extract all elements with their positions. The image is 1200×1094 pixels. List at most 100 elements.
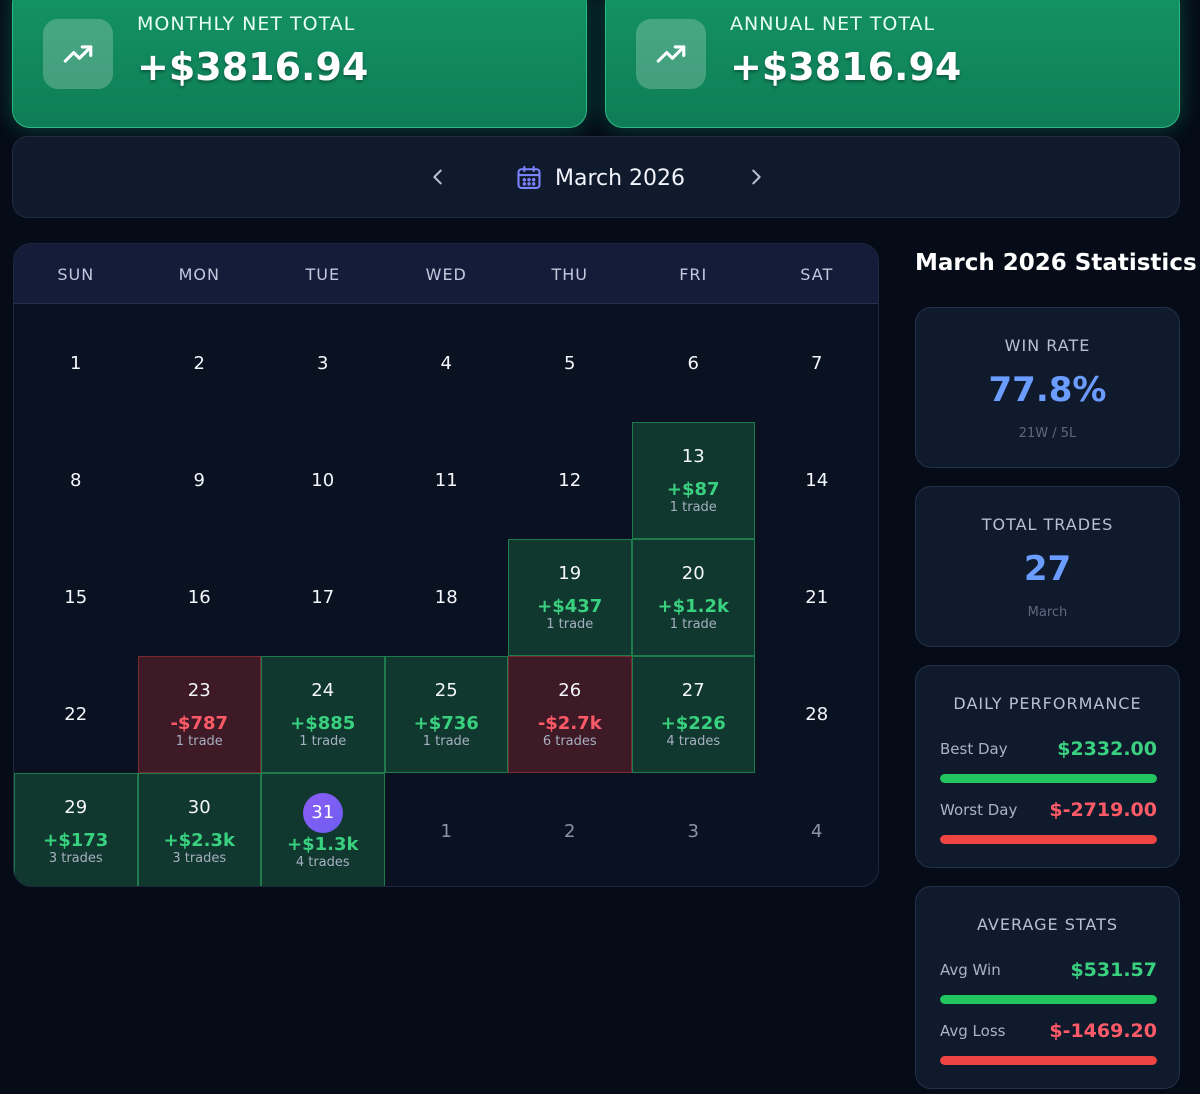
calendar-day[interactable]: 8 [14,422,138,539]
day-number: 7 [811,352,823,374]
worst-day-bar-fill [940,835,1157,844]
day-number: 1 [70,352,82,374]
day-pnl: +$885 [290,712,356,734]
day-number: 12 [558,469,582,491]
win-rate-card: WIN RATE 77.8% 21W / 5L [915,307,1180,468]
avg-loss-bar [940,1056,1157,1065]
day-pnl: +$1.2k [657,595,729,617]
weekday-label: SAT [800,264,834,284]
day-number: 13 [681,445,705,467]
annual-net-total-value: +$3816.94 [730,45,962,89]
weekday-label: FRI [679,264,708,284]
total-trades-value: 27 [1023,549,1072,589]
calendar-day[interactable]: 19 +$437 1 trade [508,539,632,656]
calendar-day[interactable]: 13 +$87 1 trade [631,422,755,539]
best-day-bar [940,774,1157,783]
monthly-net-total-value: +$3816.94 [137,45,369,89]
day-pnl: +$2.3k [163,829,235,851]
day-number: 2 [193,352,205,374]
calendar-day[interactable]: 2 [138,305,262,422]
weekday-label: THU [551,264,588,284]
worst-day-value: $-2719.00 [1049,799,1157,821]
day-number: 14 [805,469,829,491]
calendar-day-other-month[interactable]: 1 [385,773,509,886]
best-day-value: $2332.00 [1057,738,1157,760]
calendar-day[interactable]: 28 [755,656,878,773]
calendar-day[interactable]: 18 [385,539,509,656]
monthly-net-total-card: MONTHLY NET TOTAL +$3816.94 [12,0,587,128]
calendar-day[interactable]: 25 +$736 1 trade [384,656,508,773]
day-number: 2 [564,820,576,842]
total-trades-label: TOTAL TRADES [981,515,1114,534]
today-indicator: 31 [302,792,343,833]
win-loss-count: 21W / 5L [1018,426,1077,441]
weekday-label: TUE [305,264,341,284]
calendar-day[interactable]: 9 [138,422,262,539]
next-month-button[interactable] [741,162,771,192]
win-rate-label: WIN RATE [1004,336,1091,355]
previous-month-button[interactable] [423,162,453,192]
calendar-day[interactable]: 23 -$787 1 trade [137,656,261,773]
day-number: 3 [687,820,699,842]
calendar-days: 1 2 3 4 5 6 7 8 9 10 11 12 13 +$87 1 trade 14 15 16 17 18 19… [14,305,878,886]
calendar-day-other-month[interactable]: 4 [755,773,878,886]
calendar-day[interactable]: 16 [138,539,262,656]
day-trade-count: 1 trade [669,499,717,515]
avg-win-bar-fill [940,995,1157,1004]
calendar-day[interactable]: 3 [261,305,385,422]
calendar-day[interactable]: 26 -$2.7k 6 trades [508,656,632,773]
calendar-day[interactable]: 4 [385,305,509,422]
weekday-label: WED [425,264,467,284]
day-number: 10 [311,469,335,491]
trading-calendar-page: MONTHLY NET TOTAL +$3816.94 ANNUAL NET T… [0,0,1200,1094]
avg-win-bar [940,995,1157,1004]
calendar-day[interactable]: 5 [508,305,632,422]
calendar-day[interactable]: 15 [14,539,138,656]
calendar-day-today[interactable]: 31 +$1.3k 4 trades [261,773,385,886]
day-pnl: +$1.3k [287,833,359,855]
day-trade-count: 4 trades [295,854,350,870]
calendar-day[interactable]: 20 +$1.2k 1 trade [631,539,755,656]
calendar-day[interactable]: 7 [755,305,878,422]
calendar-day[interactable]: 14 [755,422,878,539]
calendar-day-other-month[interactable]: 3 [632,773,756,886]
calendar-day[interactable]: 30 +$2.3k 3 trades [137,773,261,886]
day-number: 29 [64,796,88,818]
calendar-day-other-month[interactable]: 2 [508,773,632,886]
avg-win-row: Avg Win $531.57 [940,958,1157,982]
avg-loss-row: Avg Loss $-1469.20 [940,1019,1157,1043]
day-pnl: +$736 [413,712,479,734]
day-number: 1 [440,820,452,842]
day-number: 31 [311,801,335,823]
weekday-header: SUN MON TUE WED THU FRI SAT [14,244,878,304]
calendar-day[interactable]: 21 [755,539,878,656]
calendar-day[interactable]: 29 +$173 3 trades [14,773,138,886]
annual-net-total-card: ANNUAL NET TOTAL +$3816.94 [605,0,1180,128]
day-pnl: +$226 [660,712,726,734]
day-pnl: +$173 [43,829,109,851]
day-trade-count: 1 trade [546,616,594,632]
calendar-day[interactable]: 11 [385,422,509,539]
calendar-day[interactable]: 24 +$885 1 trade [261,656,385,773]
day-number: 28 [805,703,829,725]
day-number: 3 [317,352,329,374]
calendar-day[interactable]: 17 [261,539,385,656]
day-number: 22 [64,703,88,725]
day-number: 20 [681,562,705,584]
calendar-day[interactable]: 27 +$226 4 trades [631,656,755,773]
calendar-day[interactable]: 22 [14,656,138,773]
calendar-day[interactable]: 12 [508,422,632,539]
daily-performance-card: DAILY PERFORMANCE Best Day $2332.00 Wors… [915,665,1180,868]
best-day-label: Best Day [940,740,1008,758]
monthly-net-total-label: MONTHLY NET TOTAL [137,13,356,35]
calendar-day[interactable]: 6 [632,305,756,422]
day-trade-count: 3 trades [48,850,103,866]
average-stats-card: AVERAGE STATS Avg Win $531.57 Avg Loss $… [915,886,1180,1089]
avg-loss-bar-fill [940,1056,1157,1065]
day-number: 23 [187,679,211,701]
day-number: 25 [434,679,458,701]
calendar-day[interactable]: 1 [14,305,138,422]
calendar-day[interactable]: 10 [261,422,385,539]
day-number: 4 [811,820,823,842]
day-pnl: -$787 [170,712,229,734]
